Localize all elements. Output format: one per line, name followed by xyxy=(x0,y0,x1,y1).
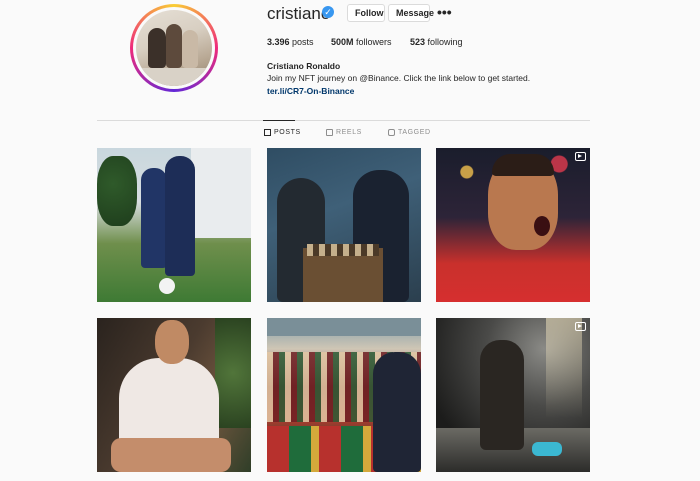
tabs-divider xyxy=(97,120,590,121)
post-hair xyxy=(492,154,554,176)
post-trunk xyxy=(303,248,383,302)
post-person xyxy=(480,340,524,450)
stat-posts: 3.396 posts xyxy=(267,37,314,47)
posts-label: posts xyxy=(292,37,314,47)
tab-reels-label: REELS xyxy=(336,129,362,136)
post-chessboard xyxy=(307,244,379,256)
post-player xyxy=(141,168,167,268)
tab-tagged-label: TAGGED xyxy=(398,129,431,136)
active-tab-indicator xyxy=(263,120,295,121)
avatar-person xyxy=(182,30,198,68)
tab-reels[interactable]: REELS xyxy=(326,129,362,136)
following-count: 523 xyxy=(410,37,426,47)
tab-posts[interactable]: POSTS xyxy=(264,129,301,136)
tab-posts-label: POSTS xyxy=(274,129,301,136)
verified-badge-icon: ✓ xyxy=(322,6,334,18)
followers-count: 500M xyxy=(331,37,354,47)
tab-tagged[interactable]: TAGGED xyxy=(388,129,431,136)
stat-followers[interactable]: 500M followers xyxy=(331,37,392,47)
message-button[interactable]: Message xyxy=(388,4,434,22)
post-mouth xyxy=(534,216,550,236)
stat-following[interactable]: 523 following xyxy=(410,37,463,47)
profile-avatar[interactable] xyxy=(136,10,212,86)
post-legs xyxy=(111,438,231,472)
reel-video-icon xyxy=(575,322,586,331)
post-ball xyxy=(159,278,175,294)
more-options-icon[interactable]: ••• xyxy=(437,4,452,20)
post-banner xyxy=(267,318,421,336)
post-shoe xyxy=(532,442,562,456)
posts-count: 3.396 xyxy=(267,37,290,47)
post-thumbnail[interactable] xyxy=(436,148,590,302)
avatar-person xyxy=(148,28,166,68)
following-label: following xyxy=(427,37,463,47)
post-person xyxy=(373,352,421,472)
post-tree xyxy=(97,156,137,226)
reels-icon xyxy=(326,129,333,136)
post-thumbnail[interactable] xyxy=(97,318,251,472)
profile-avatar-ring[interactable] xyxy=(130,4,218,92)
profile-username: cristiano xyxy=(267,4,331,23)
avatar-person xyxy=(166,24,182,68)
post-thumbnail[interactable] xyxy=(267,318,421,472)
follow-button[interactable]: Follow xyxy=(347,4,385,22)
grid-icon xyxy=(264,129,271,136)
profile-avatar-border xyxy=(133,7,215,89)
post-face xyxy=(155,320,189,364)
bio-link[interactable]: ter.li/CR7-On-Binance xyxy=(267,86,354,96)
post-thumbnail[interactable] xyxy=(436,318,590,472)
post-player xyxy=(165,156,195,276)
post-thumbnail[interactable] xyxy=(267,148,421,302)
bio-text: Join my NFT journey on @Binance. Click t… xyxy=(267,73,531,83)
post-light-beam xyxy=(546,318,582,418)
avatar-floor xyxy=(136,68,212,86)
post-thumbnail[interactable] xyxy=(97,148,251,302)
post-building xyxy=(191,148,251,238)
bio-full-name: Cristiano Ronaldo xyxy=(267,61,341,71)
followers-label: followers xyxy=(356,37,392,47)
tagged-icon xyxy=(388,129,395,136)
reel-video-icon xyxy=(575,152,586,161)
post-shirt xyxy=(119,358,219,448)
post-plant xyxy=(215,318,251,428)
